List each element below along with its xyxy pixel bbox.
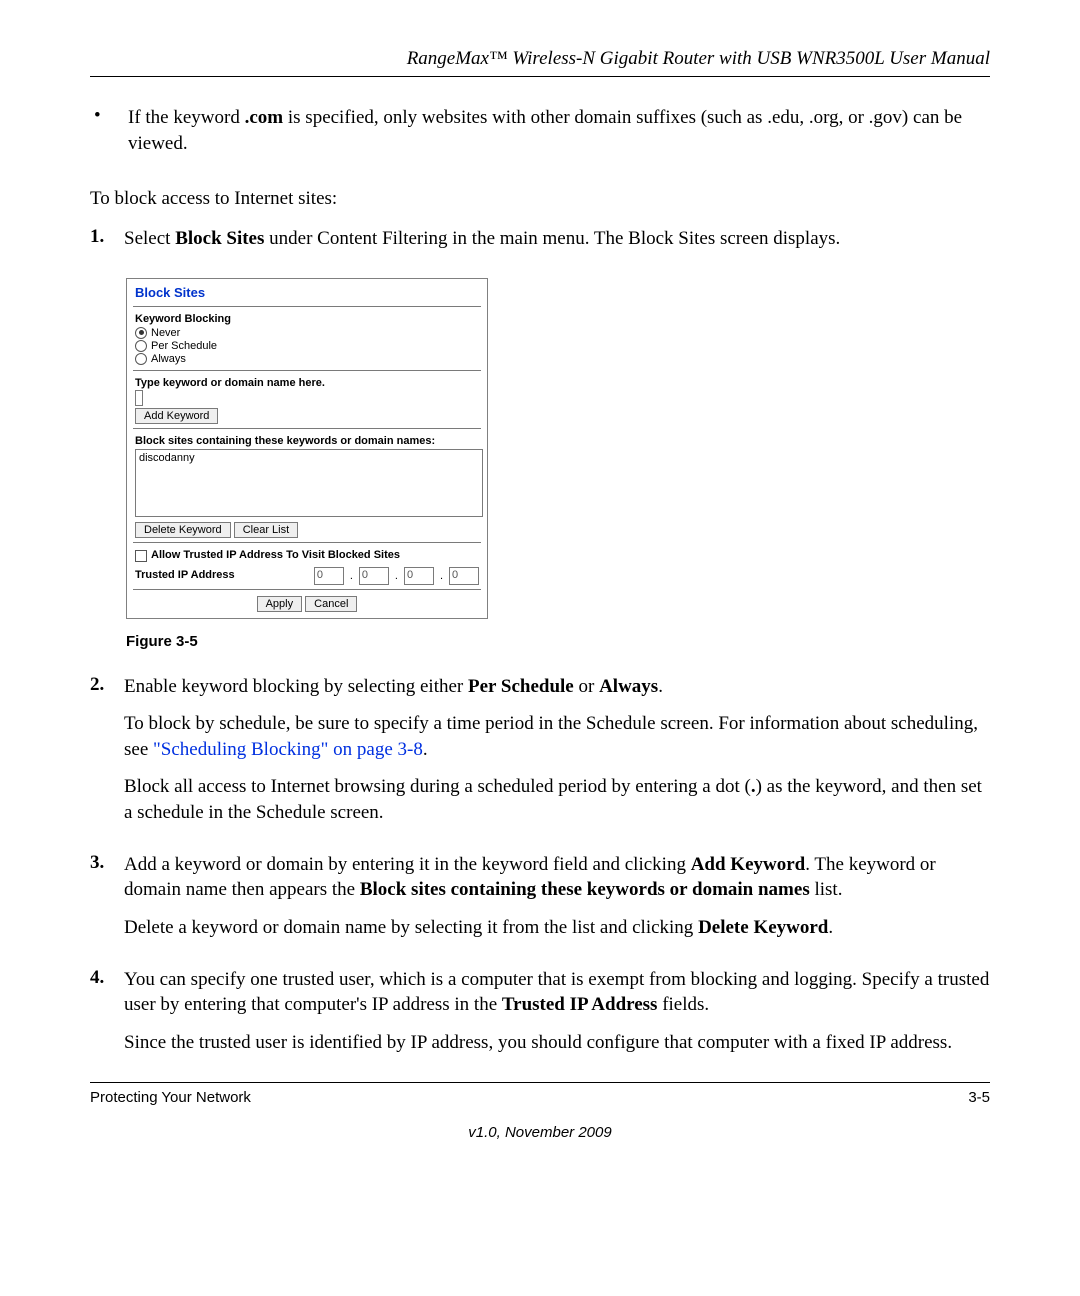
- delete-keyword-button[interactable]: Delete Keyword: [135, 522, 231, 538]
- clear-list-button[interactable]: Clear List: [234, 522, 298, 538]
- header-rule: [90, 76, 990, 77]
- bullet-item: • If the keyword .com is specified, only…: [90, 105, 990, 170]
- radio-icon: [135, 327, 147, 339]
- intro: To block access to Internet sites:: [90, 186, 990, 212]
- step-1: 1. Select Block Sites under Content Filt…: [90, 226, 990, 264]
- step-3: 3. Add a keyword or domain by entering i…: [90, 852, 990, 953]
- list-label: Block sites containing these keywords or…: [135, 435, 479, 447]
- radio-always[interactable]: Always: [135, 353, 479, 365]
- panel-title: Block Sites: [127, 279, 487, 304]
- radio-never-label: Never: [151, 327, 180, 339]
- footer-version: v1.0, November 2009: [90, 1124, 990, 1141]
- running-header: RangeMax™ Wireless-N Gigabit Router with…: [90, 48, 990, 70]
- allow-trusted-label: Allow Trusted IP Address To Visit Blocke…: [151, 549, 400, 561]
- step-4-line-2: Since the trusted user is identified by …: [124, 1030, 990, 1056]
- keyword-input[interactable]: [135, 390, 143, 406]
- block-sites-panel: Block Sites Keyword Blocking Never Per S…: [126, 278, 488, 619]
- step-1-text: Select Block Sites under Content Filteri…: [124, 226, 990, 252]
- radio-always-label: Always: [151, 353, 186, 365]
- step-2-line-2: To block by schedule, be sure to specify…: [124, 711, 990, 762]
- step-3-number: 3.: [90, 852, 124, 953]
- apply-button[interactable]: Apply: [257, 596, 303, 612]
- footer-rule: [90, 1082, 990, 1083]
- step-4-number: 4.: [90, 967, 124, 1068]
- allow-trusted-checkbox[interactable]: [135, 550, 147, 562]
- cancel-button[interactable]: Cancel: [305, 596, 357, 612]
- bullet-text: If the keyword .com is specified, only w…: [128, 105, 990, 156]
- radio-icon: [135, 340, 147, 352]
- add-keyword-button[interactable]: Add Keyword: [135, 408, 218, 424]
- radio-never[interactable]: Never: [135, 327, 479, 339]
- scheduling-blocking-link[interactable]: "Scheduling Blocking" on page 3-8: [153, 739, 423, 760]
- step-2: 2. Enable keyword blocking by selecting …: [90, 674, 990, 838]
- figure-block-sites: Block Sites Keyword Blocking Never Per S…: [126, 278, 990, 619]
- trusted-ip-octet-3[interactable]: 0: [404, 567, 434, 585]
- radio-per-schedule-label: Per Schedule: [151, 340, 217, 352]
- radio-icon: [135, 353, 147, 365]
- step-4: 4. You can specify one trusted user, whi…: [90, 967, 990, 1068]
- footer: Protecting Your Network 3-5: [90, 1089, 990, 1106]
- figure-caption: Figure 3-5: [126, 633, 990, 650]
- bullet-mark: •: [90, 105, 128, 170]
- step-4-line-1: You can specify one trusted user, which …: [124, 967, 990, 1018]
- step-3-line-2: Delete a keyword or domain name by selec…: [124, 915, 990, 941]
- keyword-listbox[interactable]: discodanny: [135, 449, 483, 517]
- footer-section: Protecting Your Network: [90, 1089, 251, 1106]
- trusted-ip-octet-1[interactable]: 0: [314, 567, 344, 585]
- trusted-ip-label: Trusted IP Address: [135, 569, 235, 581]
- step-2-number: 2.: [90, 674, 124, 838]
- step-2-line-3: Block all access to Internet browsing du…: [124, 774, 990, 825]
- trusted-ip-octet-4[interactable]: 0: [449, 567, 479, 585]
- type-keyword-label: Type keyword or domain name here.: [135, 377, 479, 389]
- keyword-blocking-heading: Keyword Blocking: [135, 313, 479, 325]
- radio-per-schedule[interactable]: Per Schedule: [135, 340, 479, 352]
- footer-page-number: 3-5: [968, 1089, 990, 1106]
- trusted-ip-octet-2[interactable]: 0: [359, 567, 389, 585]
- step-2-line-1: Enable keyword blocking by selecting eit…: [124, 674, 990, 700]
- step-1-number: 1.: [90, 226, 124, 264]
- step-3-line-1: Add a keyword or domain by entering it i…: [124, 852, 990, 903]
